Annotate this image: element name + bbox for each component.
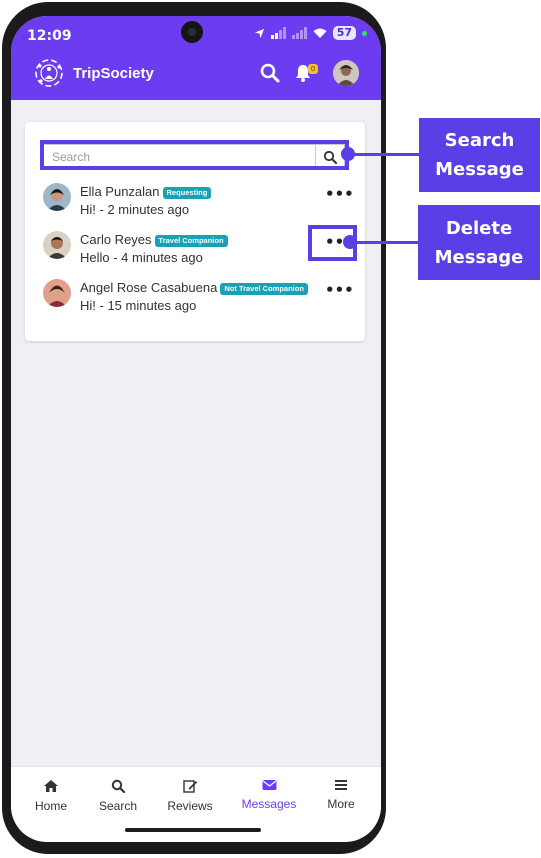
- message-preview: Hi! - 2 minutes ago: [80, 202, 190, 217]
- search-message-callout: Search Message: [419, 118, 540, 192]
- nav-search[interactable]: Search: [83, 779, 153, 813]
- nav-messages-label: Messages: [241, 797, 297, 811]
- app-title: TripSociety: [73, 65, 154, 82]
- contact-name: Carlo Reyes Travel Companion: [80, 232, 228, 247]
- more-options-button[interactable]: •••: [325, 185, 354, 203]
- delete-callout-connector: [354, 241, 420, 244]
- envelope-icon: [262, 780, 276, 790]
- profile-avatar[interactable]: [333, 60, 359, 86]
- contact-avatar: [43, 231, 71, 259]
- nav-more[interactable]: More: [306, 779, 376, 811]
- profile-avatar-image: [333, 60, 359, 86]
- nav-messages[interactable]: Messages: [234, 779, 304, 811]
- nav-home[interactable]: Home: [16, 779, 86, 813]
- contact-name: Angel Rose Casabuena Not Travel Companion: [80, 280, 308, 295]
- nav-reviews-label: Reviews: [167, 799, 213, 813]
- status-badge: Not Travel Companion: [220, 282, 308, 295]
- header-search-icon[interactable]: [259, 62, 281, 84]
- status-icons: 57: [254, 26, 367, 40]
- contact-name: Ella Punzalan Requesting: [80, 184, 212, 199]
- delete-message-callout: Delete Message: [418, 205, 540, 280]
- cell-signal-2-icon: [291, 27, 307, 39]
- status-bar: 12:09 57: [11, 16, 381, 48]
- message-preview: Hi! - 15 minutes ago: [80, 298, 197, 313]
- contact-avatar: [43, 279, 71, 307]
- home-icon: [44, 780, 58, 792]
- menu-icon: [335, 780, 347, 790]
- wifi-icon: [313, 28, 327, 38]
- app-header: TripSociety 0: [11, 48, 381, 100]
- search-highlight-box: [40, 140, 349, 170]
- nav-more-label: More: [327, 797, 355, 811]
- front-camera: [181, 21, 203, 43]
- message-item[interactable]: Angel Rose Casabuena Not Travel Companion…: [43, 279, 354, 317]
- nav-home-label: Home: [34, 799, 67, 813]
- status-badge: Requesting: [162, 186, 212, 199]
- nav-search-label: Search: [98, 799, 138, 813]
- search-callout-connector: [352, 153, 420, 156]
- search-icon: [111, 779, 125, 793]
- nav-reviews[interactable]: Reviews: [155, 779, 225, 813]
- notification-badge: 0: [308, 64, 318, 74]
- privacy-dot: [362, 30, 367, 36]
- contact-avatar: [43, 183, 71, 211]
- message-item[interactable]: Carlo Reyes Travel Companion Hello - 4 mi…: [43, 231, 354, 269]
- battery-indicator: 57: [332, 26, 356, 40]
- home-indicator: [125, 828, 261, 832]
- tripsociety-logo-icon[interactable]: [33, 57, 65, 89]
- message-item[interactable]: Ella Punzalan Requesting Hi! - 2 minutes …: [43, 183, 354, 221]
- more-options-button[interactable]: •••: [325, 281, 354, 299]
- message-preview: Hello - 4 minutes ago: [80, 250, 203, 265]
- status-badge: Travel Companion: [154, 234, 228, 247]
- edit-icon: [182, 780, 197, 793]
- status-time: 12:09: [27, 28, 72, 44]
- phone-frame: 12:09 57 TripSociety 0 Search Ella Punza…: [2, 2, 386, 854]
- cell-signal-1-icon: [270, 27, 286, 39]
- location-icon: [254, 28, 264, 38]
